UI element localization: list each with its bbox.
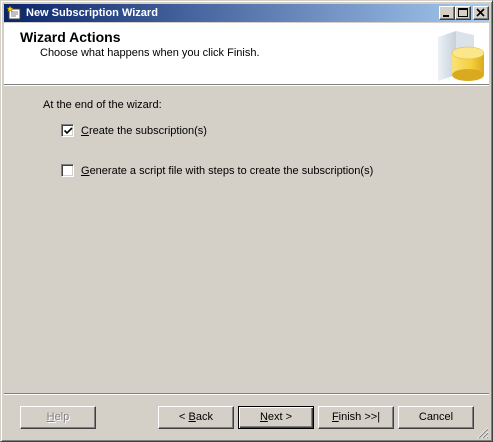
cancel-label: Cancel xyxy=(418,411,454,423)
maximize-button[interactable] xyxy=(455,6,471,20)
back-label: ack xyxy=(195,411,213,423)
help-accesskey: H xyxy=(46,411,55,423)
help-button[interactable]: Help xyxy=(20,406,96,429)
finish-accesskey: F xyxy=(331,411,339,423)
create-subscription-checkbox[interactable] xyxy=(61,124,74,137)
checkmark-icon xyxy=(64,127,73,135)
minimize-icon xyxy=(443,15,449,17)
generate-script-label-text: enerate a script file with steps to crea… xyxy=(89,165,374,177)
help-label: elp xyxy=(54,411,70,423)
header-divider xyxy=(4,85,489,86)
back-prefix: < xyxy=(179,411,189,423)
back-accesskey: B xyxy=(188,411,196,423)
next-label: ext > xyxy=(267,411,293,423)
next-accesskey: N xyxy=(259,411,268,423)
back-button[interactable]: < Back xyxy=(158,406,234,429)
next-button[interactable]: Next > xyxy=(238,406,314,429)
wizard-window: New Subscription Wizard Wizard Actions C… xyxy=(0,0,493,442)
create-subscription-label-text: reate the subscription(s) xyxy=(88,125,207,137)
minimize-button[interactable] xyxy=(439,6,455,20)
footer-divider-highlight xyxy=(4,394,489,395)
title-bar[interactable]: New Subscription Wizard xyxy=(4,4,489,22)
maximize-icon xyxy=(458,8,468,17)
close-icon xyxy=(476,8,485,17)
wizard-app-icon xyxy=(6,5,23,21)
page-subtitle: Choose what happens when you click Finis… xyxy=(40,47,260,59)
generate-script-label[interactable]: Generate a script file with steps to cre… xyxy=(81,164,373,178)
window-title: New Subscription Wizard xyxy=(26,7,158,19)
finish-button[interactable]: Finish >>| xyxy=(318,406,394,429)
generate-script-accesskey: G xyxy=(81,165,90,177)
page-title: Wizard Actions xyxy=(20,29,121,45)
finish-label: inish >>| xyxy=(338,411,381,423)
close-button[interactable] xyxy=(473,6,489,20)
database-cylinder-icon xyxy=(438,31,485,81)
generate-script-checkbox[interactable] xyxy=(61,164,74,177)
create-subscription-accesskey: C xyxy=(81,125,89,137)
section-label: At the end of the wizard: xyxy=(43,99,162,111)
create-subscription-label[interactable]: Create the subscription(s) xyxy=(81,124,207,138)
resize-grip-icon[interactable] xyxy=(476,426,489,439)
wizard-header: Wizard Actions Choose what happens when … xyxy=(4,23,489,85)
cancel-button[interactable]: Cancel xyxy=(398,406,474,429)
